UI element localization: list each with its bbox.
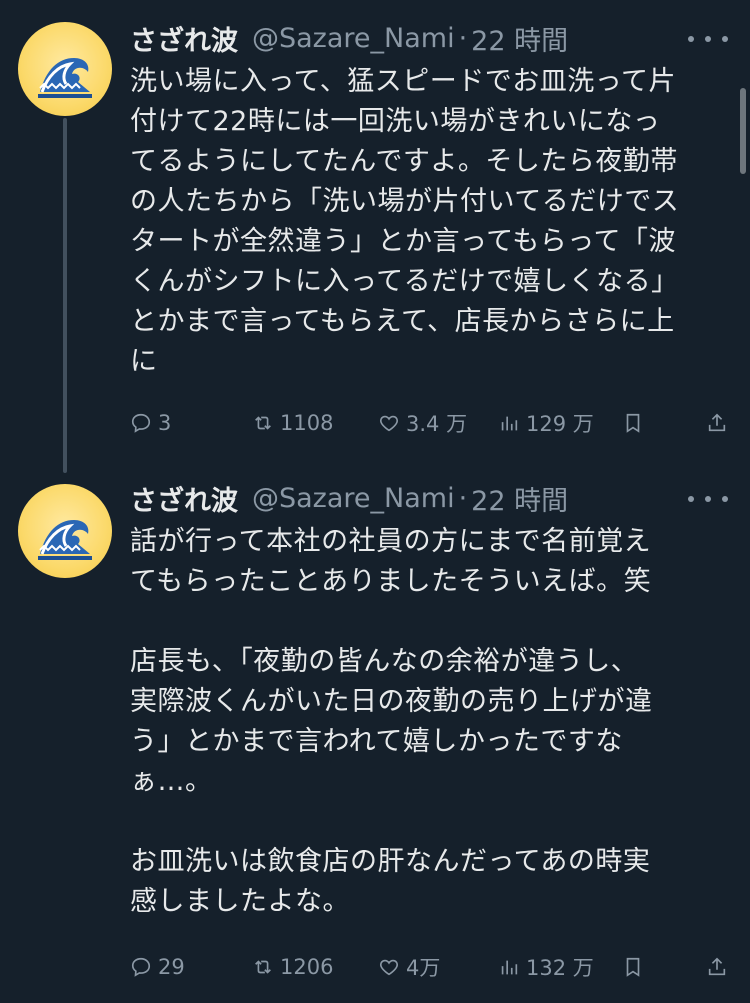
retweet-button[interactable]: 1108 <box>252 411 333 435</box>
bookmark-icon <box>626 957 640 977</box>
retweet-icon <box>255 960 271 974</box>
wave-emoji-avatar-icon <box>38 520 92 560</box>
share-button[interactable] <box>706 956 734 978</box>
tweet-text: 話が行って本社の社員の方にまで名前覚え てもらったことありましたそういえば。笑 … <box>130 526 653 917</box>
tweet-text: 洗い場に入って、猛スピードでお皿洗って片 付けて22時には一回洗い場がきれいにな… <box>130 66 680 377</box>
retweet-button[interactable]: 1206 <box>252 955 333 979</box>
like-count: 3.4 万 <box>406 412 468 436</box>
timestamp[interactable]: 22 時間 <box>471 19 568 58</box>
views-bar-chart-icon <box>501 960 518 975</box>
reply-count: 3 <box>158 411 172 435</box>
separator-dot: · <box>458 22 468 54</box>
author-name[interactable]: さざれ波 <box>130 479 238 518</box>
action-bar: 3 1108 3.4 万 129 万 <box>130 405 730 441</box>
reply-bubble-icon <box>131 413 151 433</box>
tweet-header: さざれ波 @Sazare_Nami · 22 時間 <box>130 18 568 58</box>
wave-emoji-avatar-icon <box>38 58 92 98</box>
tweet-header: さざれ波 @Sazare_Nami · 22 時間 <box>130 478 568 518</box>
retweet-count: 1206 <box>280 955 334 979</box>
author-handle[interactable]: @Sazare_Nami <box>252 483 455 514</box>
views-button[interactable]: 129 万 <box>498 408 594 438</box>
like-button[interactable]: 3.4 万 <box>378 408 467 438</box>
views-count: 129 万 <box>526 412 594 436</box>
reply-button[interactable]: 29 <box>130 955 185 979</box>
timestamp[interactable]: 22 時間 <box>471 479 568 518</box>
retweet-count: 1108 <box>280 411 334 435</box>
heart-icon <box>380 415 398 432</box>
bookmark-button[interactable] <box>622 956 650 978</box>
avatar[interactable] <box>18 484 112 578</box>
bookmark-button[interactable] <box>622 412 650 434</box>
bookmark-icon <box>626 413 640 433</box>
views-count: 132 万 <box>526 956 594 980</box>
avatar[interactable] <box>18 22 112 116</box>
separator-dot: · <box>458 482 468 514</box>
reply-count: 29 <box>158 955 185 979</box>
like-button[interactable]: 4万 <box>378 952 440 982</box>
thread-connector-line <box>63 118 67 473</box>
more-dots-icon[interactable] <box>688 24 728 54</box>
views-bar-chart-icon <box>501 416 518 431</box>
more-dots-icon[interactable] <box>688 484 728 514</box>
share-button[interactable] <box>706 412 734 434</box>
retweet-icon <box>255 416 271 430</box>
author-name[interactable]: さざれ波 <box>130 19 238 58</box>
like-count: 4万 <box>406 956 441 980</box>
views-button[interactable]: 132 万 <box>498 952 594 982</box>
scrollbar-thumb[interactable] <box>740 88 746 174</box>
author-handle[interactable]: @Sazare_Nami <box>252 23 455 54</box>
reply-button[interactable]: 3 <box>130 411 171 435</box>
reply-bubble-icon <box>131 957 151 977</box>
heart-icon <box>380 959 398 976</box>
share-upload-icon <box>708 957 726 976</box>
action-bar: 29 1206 4万 132 万 <box>130 949 730 985</box>
share-upload-icon <box>708 413 726 432</box>
